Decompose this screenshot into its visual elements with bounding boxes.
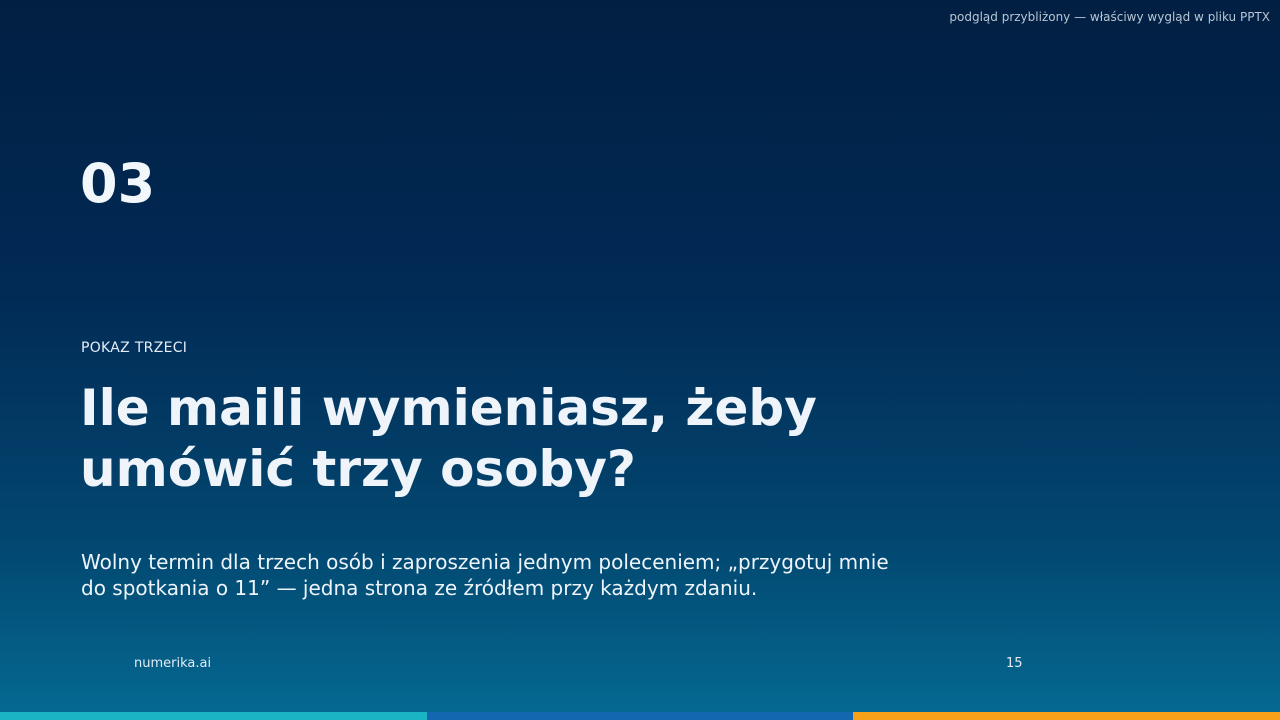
slide-subtext: Wolny termin dla trzech osób i zaproszen… [81, 550, 889, 600]
preview-note: podgląd przybliżony — właściwy wygląd w … [949, 10, 1270, 24]
slide-kicker: POKAZ TRZECI [81, 340, 188, 356]
accent-bar [0, 712, 1280, 720]
footer-brand: numerika.ai [134, 656, 212, 671]
accent-bar-teal [0, 712, 427, 720]
section-number: 03 [80, 152, 156, 215]
accent-bar-blue [426, 712, 854, 720]
accent-bar-orange [853, 712, 1280, 720]
slide-headline: Ile maili wymieniasz, żeby umówić trzy o… [80, 379, 817, 498]
footer-page-number: 15 [1006, 656, 1023, 671]
